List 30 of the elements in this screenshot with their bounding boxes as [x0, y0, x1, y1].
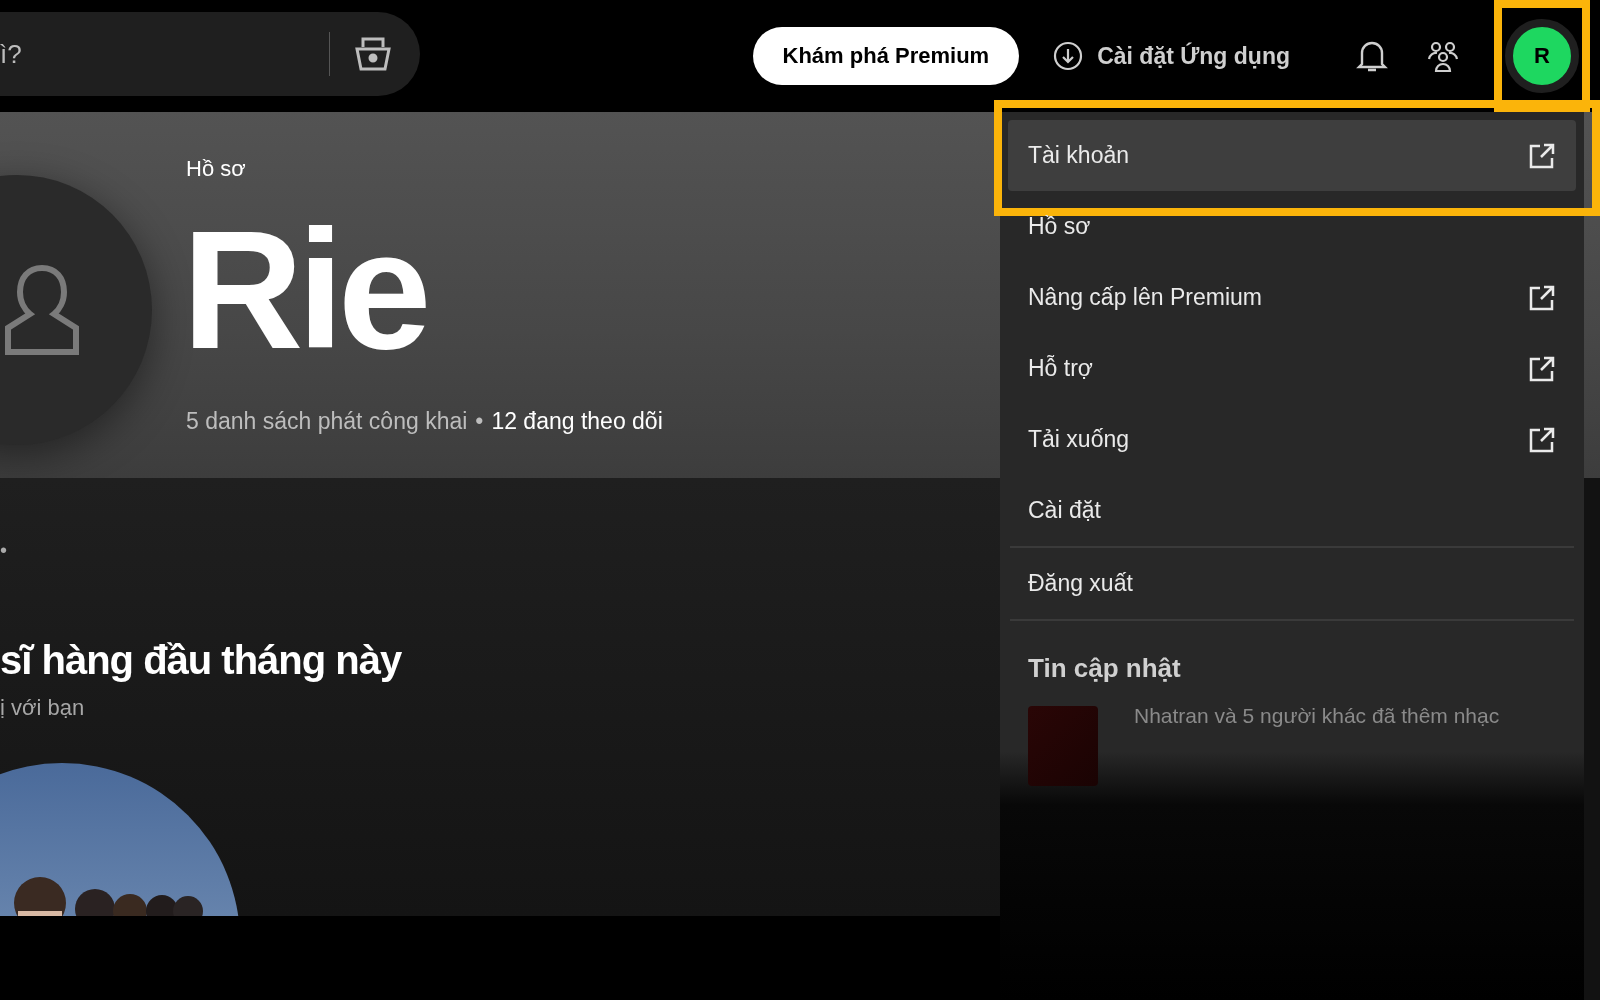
- update-text: Nhatran và 5 người khác đã thêm nhạc: [1134, 704, 1500, 728]
- bell-icon[interactable]: [1356, 39, 1388, 73]
- search-field[interactable]: ì?: [0, 38, 305, 70]
- menu-item[interactable]: Tài khoản: [1008, 120, 1576, 191]
- basket-icon[interactable]: [354, 35, 392, 73]
- profile-label: Hồ sơ: [186, 155, 247, 182]
- menu-item[interactable]: Cài đặt: [1008, 475, 1576, 546]
- menu-item[interactable]: Đăng xuất: [1008, 548, 1576, 619]
- external-link-icon: [1528, 354, 1556, 383]
- separator-dot: •: [475, 407, 484, 435]
- playlist-count[interactable]: 5 danh sách phát công khai: [186, 407, 468, 435]
- friends-icon[interactable]: [1426, 39, 1460, 73]
- section-subtitle: ị với bạn: [0, 695, 86, 721]
- following-count[interactable]: 12 đang theo dõi: [491, 407, 663, 435]
- bullet: •: [0, 540, 8, 560]
- menu-item[interactable]: Hồ sơ: [1008, 191, 1576, 262]
- section-title: sĩ hàng đầu tháng này: [0, 638, 403, 683]
- menu-item[interactable]: Nâng cấp lên Premium: [1008, 262, 1576, 333]
- search-bar[interactable]: ì?: [0, 12, 420, 96]
- menu-item[interactable]: Hỗ trợ: [1008, 333, 1576, 404]
- install-app-link[interactable]: Cài đặt Ứng dụng: [1053, 41, 1290, 71]
- external-link-icon: [1528, 425, 1556, 454]
- external-link-icon: [1528, 141, 1556, 170]
- updates-title: Tin cập nhật: [1028, 653, 1182, 684]
- menu-item[interactable]: Tải xuống: [1008, 404, 1576, 475]
- profile-name: Rie: [182, 205, 427, 374]
- external-link-icon: [1528, 283, 1556, 312]
- avatar[interactable]: R: [1505, 19, 1579, 93]
- premium-button[interactable]: Khám phá Premium: [752, 27, 1020, 85]
- download-icon: [1053, 41, 1084, 71]
